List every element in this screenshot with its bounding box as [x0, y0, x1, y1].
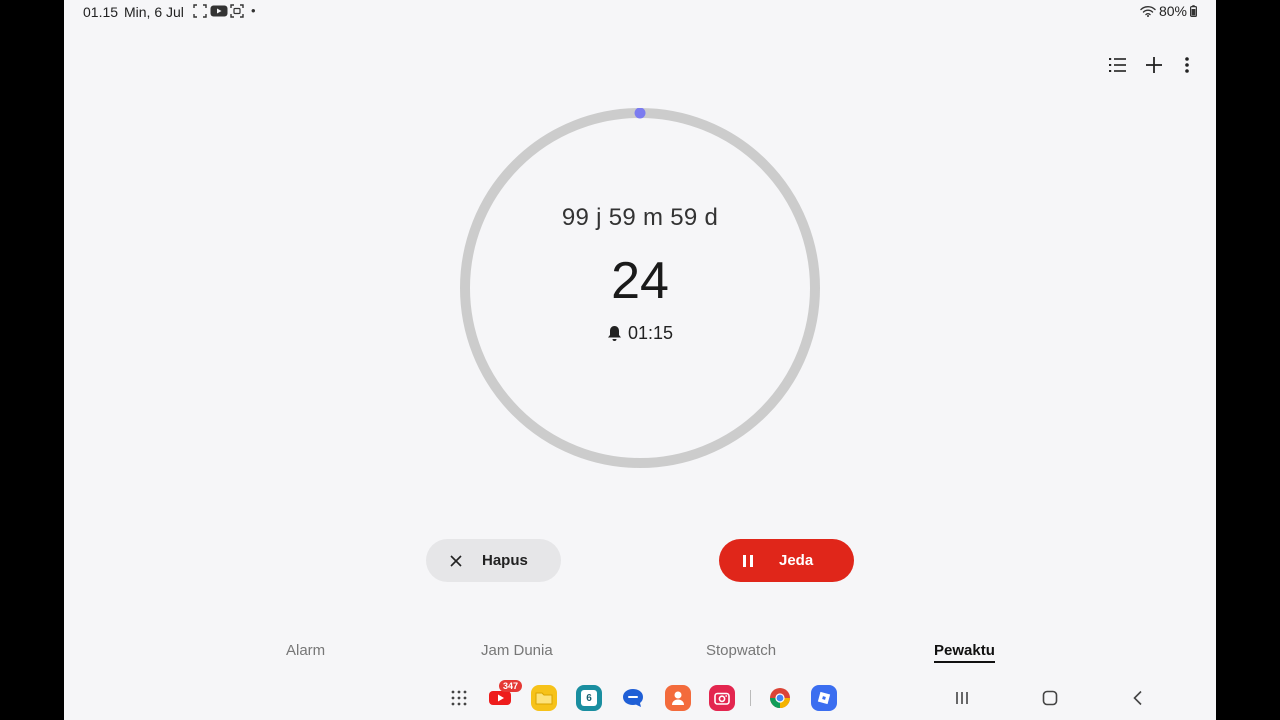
calendar-icon: 6: [581, 690, 597, 706]
tab-timer[interactable]: Pewaktu: [934, 642, 995, 663]
bell-icon: [607, 326, 621, 341]
back-icon: [1133, 690, 1142, 706]
dock-files[interactable]: [531, 685, 557, 711]
more-options-button[interactable]: [1174, 52, 1200, 78]
recents-icon: [956, 692, 968, 704]
timer-list-button[interactable]: [1105, 52, 1131, 78]
camera-icon: [714, 692, 730, 705]
tab-stopwatch[interactable]: Stopwatch: [706, 642, 776, 659]
messages-icon: [623, 689, 643, 707]
calendar-day: 6: [586, 692, 592, 704]
wifi-icon: [1140, 5, 1156, 17]
status-bar: 01.15 Min, 6 Jul • 80%: [64, 0, 1216, 22]
list-icon: [1109, 58, 1126, 72]
dock-apps-drawer[interactable]: [446, 685, 472, 711]
dock-youtube[interactable]: 347: [487, 680, 522, 711]
home-icon: [1042, 690, 1058, 706]
alarm-time-text: 01:15: [627, 323, 674, 343]
pause-label: Jeda: [779, 552, 814, 569]
recents-button[interactable]: [951, 688, 973, 708]
battery-icon: [1190, 5, 1197, 17]
pause-button[interactable]: Jeda: [719, 539, 854, 582]
apps-grid-icon: [451, 690, 467, 706]
progress-knob: [634, 108, 646, 119]
delete-button[interactable]: Hapus: [426, 539, 561, 582]
youtube-icon: [210, 5, 228, 17]
screenshot-icon: [193, 4, 207, 18]
plus-icon: [1146, 57, 1162, 73]
dock-calendar[interactable]: 6: [576, 685, 602, 711]
dock-contacts[interactable]: [665, 685, 691, 711]
tab-alarm[interactable]: Alarm: [286, 642, 325, 659]
roblox-icon: [817, 691, 831, 705]
back-button[interactable]: [1127, 688, 1149, 708]
chrome-icon: [769, 688, 791, 709]
contacts-icon: [672, 691, 684, 705]
dock-chrome[interactable]: [767, 685, 793, 711]
delete-label: Hapus: [482, 552, 528, 569]
dock-camera[interactable]: [709, 685, 735, 711]
status-dot: •: [251, 3, 256, 18]
youtube-notification-badge: 347: [498, 680, 522, 692]
add-timer-button[interactable]: [1141, 52, 1167, 78]
remaining-time: 99 j 59 m 59 d: [561, 204, 719, 231]
timer-preset-value: 24: [611, 252, 669, 310]
tab-world-clock[interactable]: Jam Dunia: [481, 642, 553, 659]
more-vert-icon: [1185, 57, 1189, 73]
home-button[interactable]: [1039, 688, 1061, 708]
screen-record-icon: [230, 4, 244, 18]
pause-icon: [743, 554, 753, 567]
dock-separator: [750, 690, 751, 706]
dock-messages[interactable]: [620, 685, 646, 711]
close-icon: [450, 554, 462, 567]
dock-roblox[interactable]: [811, 685, 837, 711]
battery-percent: 80%: [1158, 3, 1187, 19]
alarm-time-row: 01:15: [460, 323, 820, 344]
clock-app-screen: 01.15 Min, 6 Jul • 80% 99 j 59 m 59 d 24…: [64, 0, 1216, 720]
status-right: 80%: [1140, 3, 1197, 19]
status-time: 01.15: [83, 4, 119, 20]
files-icon: [535, 692, 553, 705]
status-date: Min, 6 Jul: [124, 4, 184, 20]
